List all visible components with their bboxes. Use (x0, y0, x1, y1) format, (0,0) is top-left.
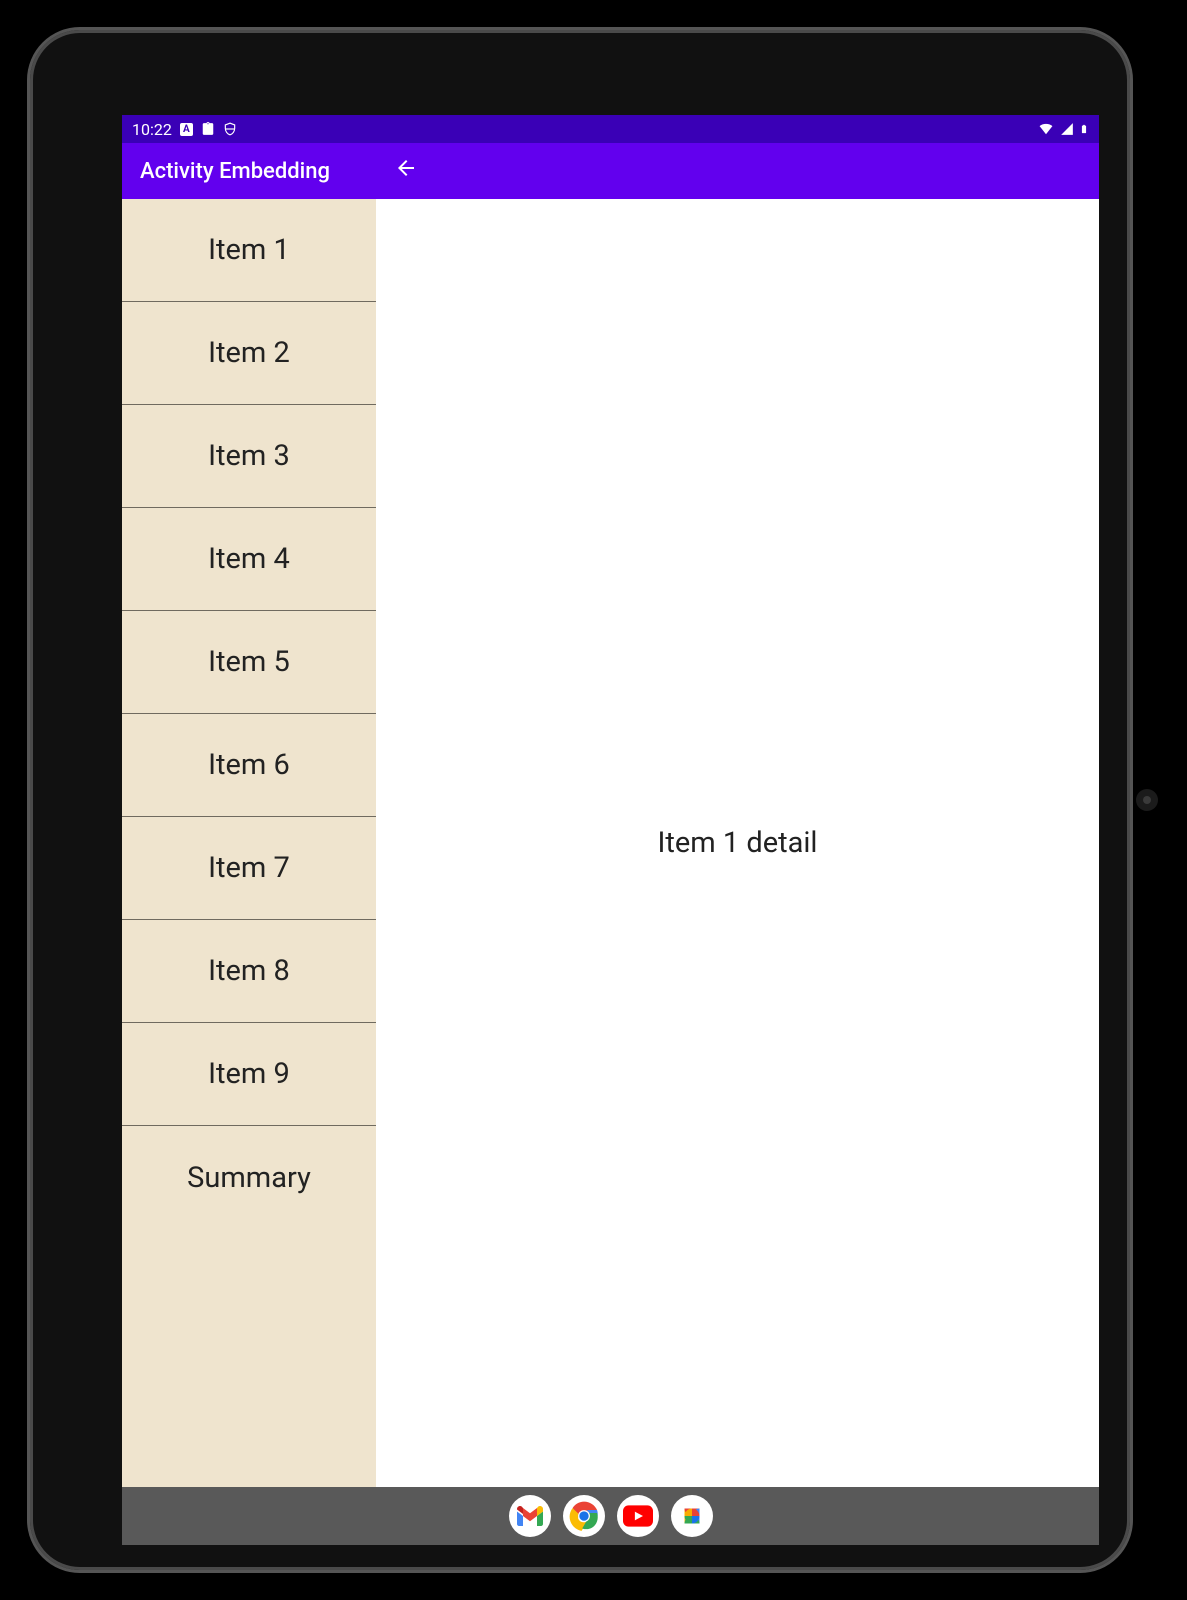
list-item-label: Item 1 (208, 233, 290, 267)
status-shield-icon (223, 121, 237, 137)
list-pane: Item 1 Item 2 Item 3 Item 4 Item 5 Item … (122, 199, 376, 1487)
list-item[interactable]: Item 6 (122, 714, 376, 817)
detail-text: Item 1 detail (658, 826, 818, 860)
detail-pane: Item 1 detail (376, 199, 1099, 1487)
list-item-label: Item 8 (208, 954, 290, 988)
status-bar: 10:22 A (122, 115, 1099, 143)
list-item[interactable]: Summary (122, 1126, 376, 1229)
list-item-label: Item 5 (208, 645, 290, 679)
status-battery-icon (1079, 121, 1089, 137)
status-wifi-icon (1037, 122, 1055, 136)
nav-chrome-icon[interactable] (563, 1495, 605, 1537)
list-item[interactable]: Item 7 (122, 817, 376, 920)
navigation-bar (122, 1487, 1099, 1545)
list-item-label: Item 3 (208, 439, 290, 473)
tablet-frame: 10:22 A (0, 0, 1187, 1600)
status-time: 10:22 (132, 120, 172, 139)
split-body: Item 1 Item 2 Item 3 Item 4 Item 5 Item … (122, 199, 1099, 1487)
list-item[interactable]: Item 4 (122, 508, 376, 611)
list-item[interactable]: Item 9 (122, 1023, 376, 1126)
status-indicator-a-icon: A (180, 123, 193, 136)
status-signal-icon (1059, 122, 1075, 136)
list-item-label: Item 7 (208, 851, 290, 885)
list-item-label: Item 6 (208, 748, 290, 782)
list-item[interactable]: Item 5 (122, 611, 376, 714)
list-item[interactable]: Item 1 (122, 199, 376, 302)
status-clipboard-icon (201, 121, 215, 137)
list-item[interactable]: Item 2 (122, 302, 376, 405)
list-item-label: Item 9 (208, 1057, 290, 1091)
list-item[interactable]: Item 8 (122, 920, 376, 1023)
app-title: Activity Embedding (140, 159, 330, 184)
nav-photos-icon[interactable] (671, 1495, 713, 1537)
list-item-label: Summary (187, 1161, 311, 1195)
list-item[interactable]: Item 3 (122, 405, 376, 508)
list-item-label: Item 2 (208, 336, 290, 370)
tablet-screen: 10:22 A (122, 115, 1099, 1545)
tablet-camera (1136, 789, 1158, 811)
nav-gmail-icon[interactable] (509, 1495, 551, 1537)
list-item-label: Item 4 (208, 542, 290, 576)
back-arrow-icon[interactable] (394, 156, 418, 186)
app-bar: Activity Embedding (122, 143, 1099, 199)
nav-youtube-icon[interactable] (617, 1495, 659, 1537)
tablet-bezel: 10:22 A (30, 30, 1130, 1570)
